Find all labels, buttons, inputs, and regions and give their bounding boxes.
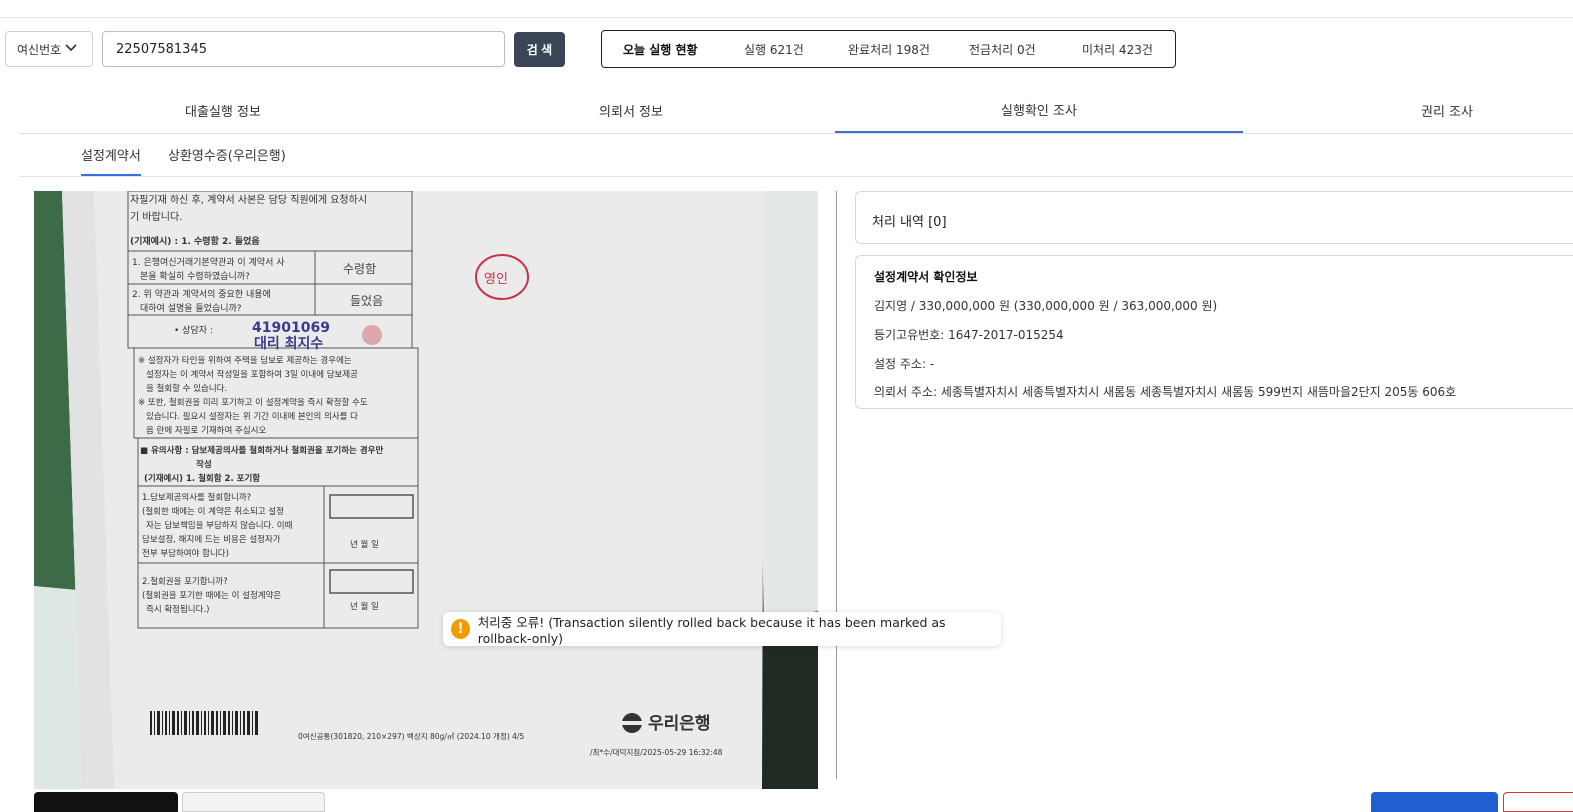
- sub-tab-bar: 설정계약서 상환영수증(우리은행): [19, 137, 1573, 177]
- history-panel[interactable]: 처리 내역 [0]: [855, 191, 1573, 244]
- doc-line: ■ 유의사항 : 담보제공의사를 철회하거나 철회권을 포기하는 경우만: [140, 445, 383, 456]
- doc-stamp: 영인: [484, 272, 508, 287]
- search-button[interactable]: 검 색: [514, 32, 565, 67]
- doc-line: 설정자는 이 계약서 작성일을 포함하여 3일 이내에 담보제공: [146, 369, 358, 380]
- doc-officer-id: 41901069: [252, 320, 330, 336]
- history-title: 처리 내역 [0]: [872, 215, 947, 230]
- panel-divider: [836, 191, 837, 779]
- today-status-title: 오늘 실행 현황: [623, 43, 698, 57]
- bottom-button-secondary[interactable]: [182, 792, 325, 812]
- search-field-select[interactable]: 여신번호: [5, 31, 93, 67]
- tab-execution-check[interactable]: 실행확인 조사: [835, 88, 1243, 133]
- doc-handwriting: 들었음: [350, 294, 383, 308]
- doc-line: 기 바랍니다.: [130, 210, 182, 223]
- status-executed: 실행 621건: [744, 43, 804, 57]
- request-address: 의뢰서 주소: 세종특별자치시 세종특별자치시 새롬동 세종특별자치시 새롬동 …: [874, 385, 1457, 399]
- doc-line: 있습니다. 필요시 설정자는 위 기간 이내에 본인의 의사를 다: [146, 411, 358, 422]
- doc-bank-logo: 우리은행: [648, 714, 711, 734]
- doc-line: ※ 또한, 철회권을 미리 포기하고 이 설정계약을 즉시 확정할 수도: [138, 397, 368, 408]
- bottom-button-confirm[interactable]: [1371, 792, 1498, 812]
- doc-line: (기재예시) : 1. 수령함 2. 들었음: [130, 235, 260, 247]
- doc-line: 담보설정, 해지에 드는 비용은 설정자가: [142, 534, 281, 545]
- bottom-button-primary-dark[interactable]: [34, 792, 178, 812]
- doc-form-code: 0여신공통(301820, 210×297) 백상지 80g/㎡ (2024.1…: [298, 731, 524, 741]
- error-toast-message: 처리중 오류! (Transaction silently rolled bac…: [477, 615, 946, 646]
- header-divider: [0, 17, 1573, 18]
- doc-line: 즉시 확정됩니다.): [146, 604, 209, 615]
- doc-footer-stamp: /최*수/대덕지점/2025-05-29 16:32:48: [590, 747, 723, 757]
- today-status-panel: 오늘 실행 현황 실행 621건 완료처리 198건 전금처리 0건 미처리 4…: [601, 30, 1176, 68]
- registry-number: 등기고유번호: 1647-2017-015254: [874, 328, 1064, 342]
- status-completed: 완료처리 198건: [848, 43, 930, 57]
- doc-line: 년 월 일: [350, 539, 379, 550]
- doc-line: (철회권을 포기한 때에는 이 설정계약은: [142, 590, 281, 601]
- contract-info-panel: 설정계약서 확인정보 김지영 / 330,000,000 원 (330,000,…: [855, 255, 1573, 409]
- doc-line: 대하여 설명을 들었습니까?: [140, 302, 242, 314]
- doc-line: 자는 담보책임을 부담하지 않습니다. 이때: [146, 520, 293, 531]
- doc-line: 1.담보제공의사를 철회합니까?: [142, 492, 251, 503]
- document-photo: 자필기재 하신 후, 계약서 사본은 담당 직원에게 요청하시 기 바랍니다. …: [34, 191, 818, 789]
- doc-handwriting: 수령함: [343, 262, 376, 276]
- warning-icon: !: [451, 619, 470, 639]
- doc-line: • 상담자 :: [174, 324, 213, 336]
- doc-line: 2. 위 약관과 계약서의 중요한 내용에: [132, 288, 271, 300]
- main-tab-bar: 대출실행 정보 의뢰서 정보 실행확인 조사 권리 조사: [19, 88, 1573, 134]
- error-toast: ! 처리중 오류! (Transaction silently rolled b…: [443, 612, 1001, 646]
- doc-line: 본을 확실히 수령하였습니까?: [140, 270, 250, 282]
- doc-line: 음 란에 자필로 기재하여 주십시오: [146, 425, 266, 436]
- doc-officer-name: 대리 최지수: [254, 336, 323, 352]
- status-unprocessed: 미처리 423건: [1082, 43, 1153, 57]
- subtab-setup-contract[interactable]: 설정계약서: [81, 145, 141, 176]
- chevron-down-icon: [65, 44, 77, 52]
- doc-line: ※ 설정자가 타인을 위하여 주택을 담보로 제공하는 경우에는: [138, 355, 352, 366]
- search-field-select-value: 여신번호: [17, 42, 62, 57]
- setup-address: 설정 주소: -: [874, 357, 935, 371]
- contract-info-title: 설정계약서 확인정보: [874, 270, 978, 284]
- document-image-viewer[interactable]: 자필기재 하신 후, 계약서 사본은 담당 직원에게 요청하시 기 바랍니다. …: [34, 191, 818, 789]
- doc-line: 을 철회할 수 있습니다.: [146, 383, 227, 394]
- doc-line: 1. 은행여신거래기본약관과 이 계약서 사: [132, 256, 285, 268]
- bottom-button-reject[interactable]: [1503, 792, 1573, 812]
- doc-line: 작성: [196, 459, 212, 470]
- doc-line: 년 월 일: [350, 601, 379, 612]
- subtab-repayment-receipt[interactable]: 상환영수증(우리은행): [168, 145, 286, 176]
- doc-line: 2.철회권을 포기합니까?: [142, 576, 228, 587]
- doc-line: (철회한 때에는 이 계약은 취소되고 설정: [142, 506, 284, 517]
- doc-line: 전부 부담하여야 합니다): [142, 548, 229, 559]
- tab-request-info[interactable]: 의뢰서 정보: [427, 88, 835, 133]
- search-input[interactable]: [102, 31, 505, 67]
- status-transferred: 전금처리 0건: [969, 43, 1036, 57]
- tab-loan-execution-info[interactable]: 대출실행 정보: [19, 88, 427, 133]
- tab-rights-check[interactable]: 권리 조사: [1243, 88, 1573, 133]
- doc-line: 자필기재 하신 후, 계약서 사본은 담당 직원에게 요청하시: [130, 193, 367, 206]
- borrower-amount: 김지영 / 330,000,000 원 (330,000,000 원 / 363…: [874, 299, 1218, 313]
- doc-line: (기재예시) 1. 철회함 2. 포기함: [144, 473, 260, 484]
